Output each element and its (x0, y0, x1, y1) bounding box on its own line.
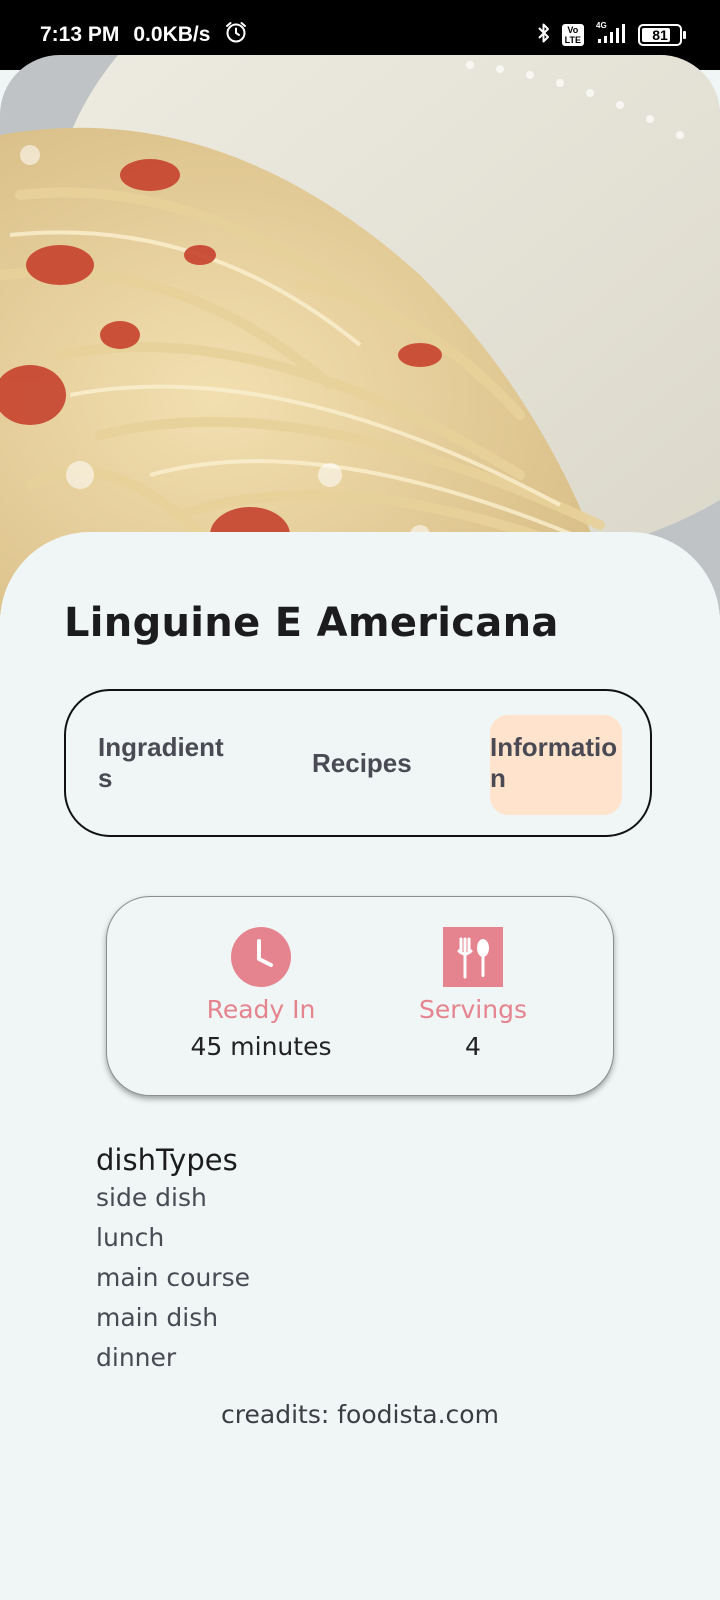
ready-in-item: Ready In 45 minutes (161, 927, 361, 1061)
battery-icon: 81 (638, 24, 686, 46)
ready-in-label: Ready In (206, 995, 316, 1024)
tab-information[interactable]: Information (490, 715, 622, 815)
alarm-icon (224, 20, 248, 50)
servings-label: Servings (418, 995, 527, 1024)
info-card: Ready In 45 minutes Servings 4 (106, 896, 614, 1096)
signal-icon: 4G (594, 20, 628, 50)
status-speed: 0.0KB/s (133, 23, 211, 46)
dish-types-section: dishTypes side dish lunch main course ma… (96, 1142, 250, 1378)
recipe-hero-image (0, 55, 720, 615)
battery-level: 81 (652, 27, 668, 43)
recipe-title: Linguine E Americana (64, 600, 559, 646)
servings-value: 4 (465, 1032, 481, 1061)
volte-icon: Vo LTE (561, 24, 584, 46)
battery-tip (683, 31, 686, 39)
dish-type-item: side dish (96, 1183, 207, 1212)
status-left: 7:13 PM 0.0KB/s (40, 20, 248, 50)
dish-type-item: dinner (96, 1343, 177, 1372)
status-time: 7:13 PM (40, 23, 120, 46)
clock-icon (231, 927, 291, 987)
bluetooth-icon (536, 21, 552, 49)
tab-recipes[interactable]: Recipes (312, 748, 412, 779)
ready-in-value: 45 minutes (190, 1032, 332, 1061)
dish-type-item: lunch (96, 1223, 165, 1252)
svg-text:4G: 4G (596, 21, 607, 30)
tab-ingredients[interactable]: Ingradients (98, 732, 238, 794)
credits-text: creadits: foodista.com (221, 1400, 499, 1429)
dish-types-heading: dishTypes (96, 1143, 238, 1177)
tab-bar: Ingradients Recipes Information (64, 689, 652, 837)
cutlery-icon (443, 927, 503, 987)
dish-type-item: main dish (96, 1303, 219, 1332)
servings-item: Servings 4 (373, 927, 573, 1061)
dish-type-item: main course (96, 1263, 250, 1292)
status-right: Vo LTE 4G 81 (536, 20, 686, 50)
